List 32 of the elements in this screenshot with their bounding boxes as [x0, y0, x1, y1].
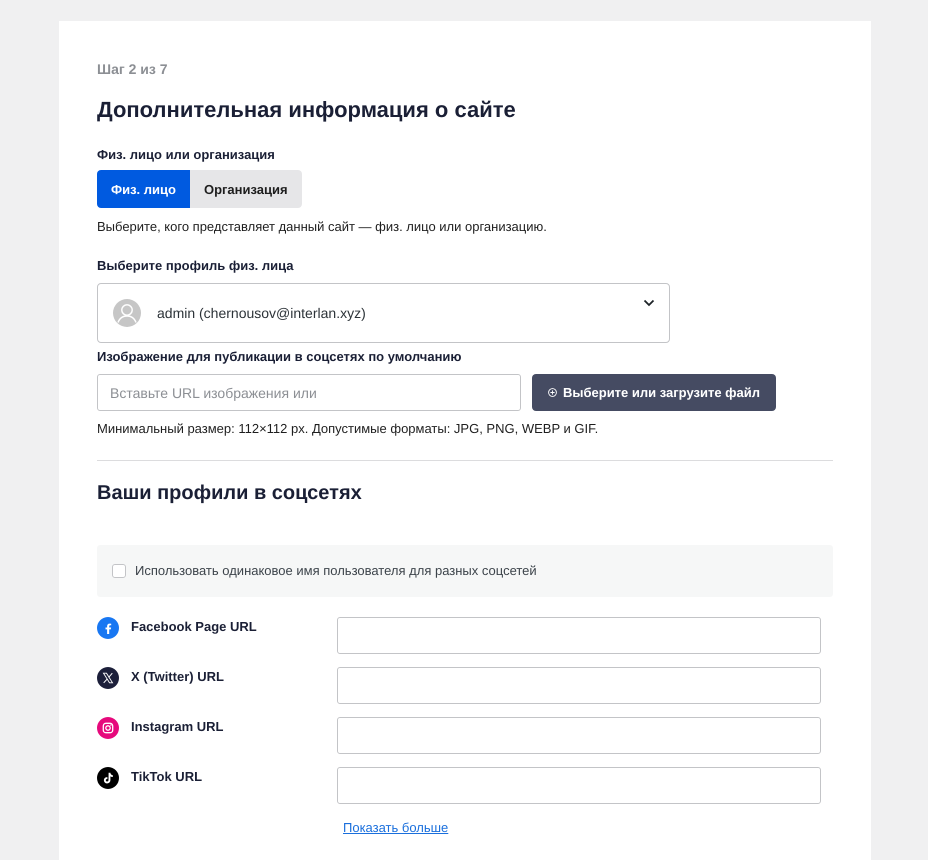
show-more-link[interactable]: Показать больше: [343, 818, 448, 837]
field-label: Изображение для публикации в соцсетях по умолчанию: [97, 348, 462, 366]
page-title: Дополнительная информация о сайте: [97, 96, 516, 124]
image-url-input[interactable]: Вставьте URL изображения или: [97, 374, 521, 411]
url-input[interactable]: [337, 716, 821, 754]
field-label: TikTok URL: [131, 768, 202, 786]
chevron-down-icon: [643, 299, 655, 307]
url-input[interactable]: [337, 616, 821, 654]
profile-select[interactable]: admin (chernousov@interlan.xyz): [97, 283, 670, 343]
add-icon: [548, 388, 557, 397]
help-text: Выберите, кого представляет данный сайт — физ. лицо или организацию.: [97, 218, 547, 236]
upload-button[interactable]: Выберите или загрузите файл: [532, 374, 776, 411]
tiktok-icon: [97, 766, 119, 789]
field-label: Выберите профиль физ. лица: [97, 257, 294, 275]
field-label: Instagram URL: [131, 718, 224, 736]
facebook-icon: [97, 616, 119, 639]
checkbox[interactable]: [112, 564, 126, 578]
section-title: Ваши профили в соцсетях: [97, 481, 362, 506]
url-input[interactable]: [337, 766, 821, 804]
field-label: X (Twitter) URL: [131, 668, 224, 686]
instagram-icon: [97, 716, 119, 739]
field-label: Физ. лицо или организация: [97, 146, 275, 164]
toggle-option[interactable]: Физ. лицо: [97, 170, 190, 208]
checkbox-label: Использовать одинаковое имя пользователя для разных соцсетей: [135, 563, 537, 578]
select-value: admin (chernousov@interlan.xyz): [157, 305, 366, 321]
url-input[interactable]: [337, 666, 821, 704]
toggle-option[interactable]: Организация: [190, 170, 302, 208]
avatar-icon: [113, 299, 141, 327]
x-logo-icon: [97, 666, 119, 689]
help-text: Минимальный размер: 112×112 px. Допустимые форматы: JPG, PNG, WEBP и GIF.: [97, 420, 598, 438]
field-label: Facebook Page URL: [131, 618, 257, 636]
step-indicator: Шаг 2 из 7: [97, 60, 168, 79]
